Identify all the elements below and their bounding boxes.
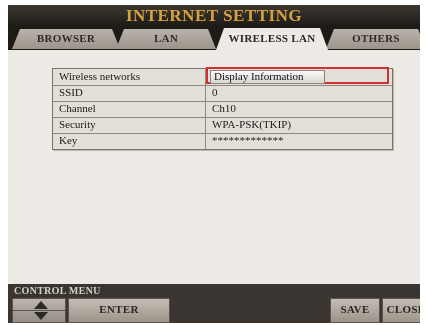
- table-row-wireless-networks: Wireless networks Display Information: [53, 67, 392, 86]
- control-menu-bar: CONTROL MENU ENTER SAVE CLOSE: [8, 284, 420, 323]
- arrow-down-icon[interactable]: [34, 312, 48, 320]
- internet-setting-screen: INTERNET SETTING BROWSER LAN OTHERS WIRE…: [8, 5, 420, 323]
- tab-bar: BROWSER LAN OTHERS WIRELESS LAN: [8, 26, 420, 50]
- tab-wireless-lan[interactable]: WIRELESS LAN: [216, 28, 328, 50]
- save-button[interactable]: SAVE: [330, 298, 380, 323]
- arrow-divider: [13, 310, 65, 311]
- enter-button[interactable]: ENTER: [68, 298, 170, 323]
- table-row-ssid[interactable]: SSID 0: [53, 85, 392, 102]
- title-bar: INTERNET SETTING: [8, 5, 420, 26]
- wireless-settings-table: Wireless networks Display Information SS…: [52, 67, 393, 150]
- arrow-up-icon[interactable]: [34, 301, 48, 309]
- table-row-key[interactable]: Key *************: [53, 133, 392, 149]
- tab-lan[interactable]: LAN: [116, 29, 216, 49]
- ssid-value: 0: [212, 87, 218, 99]
- tab-browser[interactable]: BROWSER: [12, 29, 120, 49]
- table-row-security[interactable]: Security WPA-PSK(TKIP): [53, 117, 392, 134]
- wireless-networks-label: Wireless networks: [59, 71, 141, 83]
- control-menu-label: CONTROL MENU: [14, 286, 101, 297]
- security-label: Security: [59, 119, 96, 131]
- selection-highlight: Display Information: [206, 67, 389, 84]
- key-label: Key: [59, 135, 78, 147]
- tab-others[interactable]: OTHERS: [326, 29, 420, 49]
- window-title: INTERNET SETTING: [125, 6, 303, 25]
- security-value: WPA-PSK(TKIP): [212, 119, 292, 131]
- display-information-button[interactable]: Display Information: [210, 70, 325, 84]
- up-down-arrow-buttons[interactable]: [12, 298, 66, 323]
- close-button[interactable]: CLOSE: [382, 298, 420, 323]
- ssid-label: SSID: [59, 87, 83, 99]
- channel-value: Ch10: [212, 103, 236, 115]
- table-row-channel[interactable]: Channel Ch10: [53, 101, 392, 118]
- key-value: *************: [212, 135, 284, 147]
- channel-label: Channel: [59, 103, 96, 115]
